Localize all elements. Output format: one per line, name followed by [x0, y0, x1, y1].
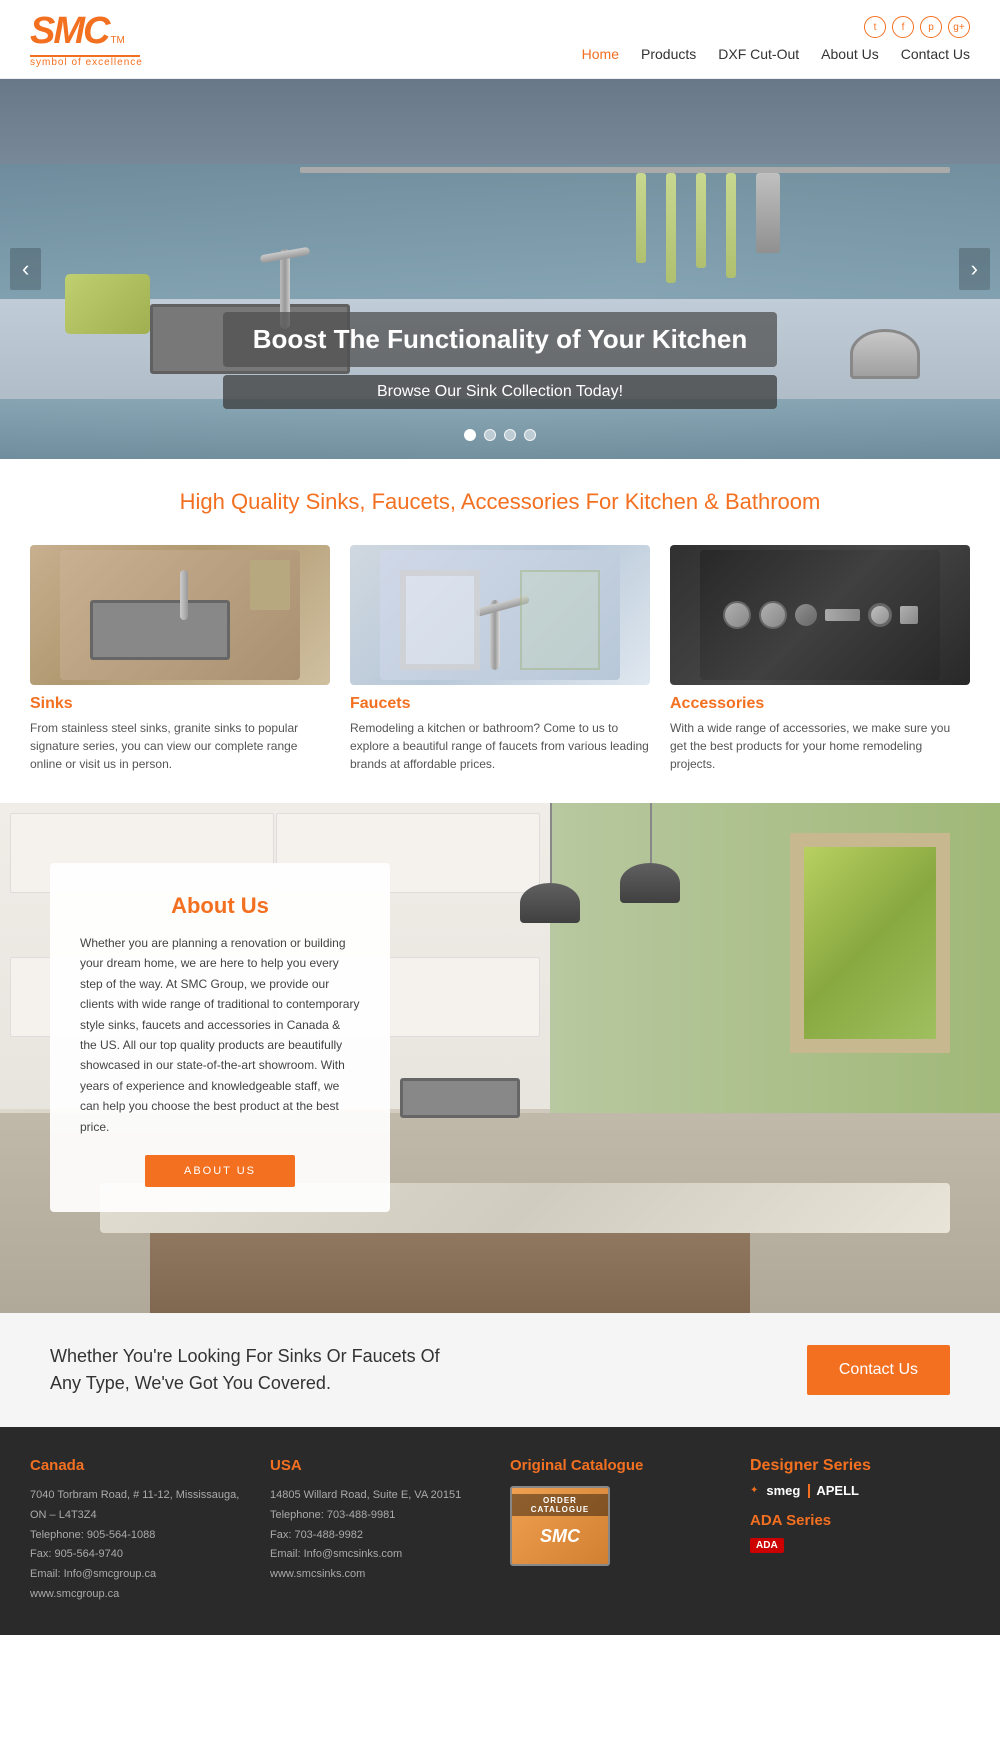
- footer-canada: Canada 7040 Torbram Road, # 11-12, Missi…: [30, 1457, 250, 1605]
- footer-usa-email[interactable]: Email: Info@smcsinks.com: [270, 1548, 402, 1560]
- footer-usa-website[interactable]: www.smcsinks.com: [270, 1568, 365, 1580]
- hero-next-button[interactable]: ›: [959, 248, 990, 290]
- cta-text: Whether You're Looking For Sinks Or Fauc…: [50, 1343, 450, 1397]
- googleplus-icon[interactable]: g+: [948, 16, 970, 38]
- nav-contact[interactable]: Contact Us: [901, 46, 970, 62]
- catalogue-label: ORDER CATALOGUE: [512, 1494, 608, 1516]
- twitter-icon[interactable]: t: [864, 16, 886, 38]
- accessories-desc: With a wide range of accessories, we mak…: [670, 719, 970, 773]
- nav-about[interactable]: About Us: [821, 46, 879, 62]
- designer-series-title: Designer Series: [750, 1457, 970, 1475]
- footer-usa-heading: USA: [270, 1457, 490, 1474]
- footer-catalogue: Original Catalogue ORDER CATALOGUE SMC: [510, 1457, 730, 1605]
- footer-canada-fax: Fax: 905-564-9740: [30, 1545, 250, 1565]
- footer-usa-fax: Fax: 703-488-9982: [270, 1526, 490, 1546]
- footer-canada-website[interactable]: www.smcgroup.ca: [30, 1588, 119, 1600]
- hero-dots: [464, 429, 536, 441]
- dot-3[interactable]: [504, 429, 516, 441]
- hero-prev-button[interactable]: ‹: [10, 248, 41, 290]
- sinks-image: [30, 545, 330, 685]
- smeg-star-icon: ✦: [750, 1485, 758, 1496]
- nav-dxf[interactable]: DXF Cut-Out: [718, 46, 799, 62]
- sinks-desc: From stainless steel sinks, granite sink…: [30, 719, 330, 773]
- products-heading: High Quality Sinks, Faucets, Accessories…: [0, 459, 1000, 525]
- footer: Canada 7040 Torbram Road, # 11-12, Missi…: [0, 1427, 1000, 1635]
- social-icons: t f p g+: [864, 16, 970, 38]
- accessories-label[interactable]: Accessories: [670, 695, 970, 713]
- header-right: t f p g+ Home Products DXF Cut-Out About…: [582, 16, 970, 62]
- faucets-desc: Remodeling a kitchen or bathroom? Come t…: [350, 719, 650, 773]
- header: SMC TM symbol of excellence t f p g+ Hom…: [0, 0, 1000, 79]
- facebook-icon[interactable]: f: [892, 16, 914, 38]
- ada-series-title: ADA Series: [750, 1512, 970, 1529]
- brand-row-smeg-apell: ✦ smeg APELL: [750, 1483, 970, 1498]
- footer-canada-address: 7040 Torbram Road, # 11-12, Mississauga,…: [30, 1486, 250, 1526]
- cta-section: Whether You're Looking For Sinks Or Fauc…: [0, 1313, 1000, 1427]
- footer-usa: USA 14805 Willard Road, Suite E, VA 2015…: [270, 1457, 490, 1605]
- brand-smeg: smeg: [766, 1483, 800, 1498]
- footer-usa-address: 14805 Willard Road, Suite E, VA 20151: [270, 1486, 490, 1506]
- hero-slider: Boost The Functionality of Your Kitchen …: [0, 79, 1000, 459]
- product-card-sinks: Sinks From stainless steel sinks, granit…: [30, 545, 330, 773]
- sinks-label[interactable]: Sinks: [30, 695, 330, 713]
- dot-1[interactable]: [464, 429, 476, 441]
- brand-apell: APELL: [808, 1483, 859, 1498]
- about-section: About Us Whether you are planning a reno…: [0, 803, 1000, 1313]
- faucets-label[interactable]: Faucets: [350, 695, 650, 713]
- footer-usa-phone: Telephone: 703-488-9981: [270, 1506, 490, 1526]
- footer-canada-heading: Canada: [30, 1457, 250, 1474]
- nav-home[interactable]: Home: [582, 46, 619, 62]
- accessories-image: [670, 545, 970, 685]
- dot-2[interactable]: [484, 429, 496, 441]
- hero-text: Boost The Functionality of Your Kitchen …: [223, 312, 777, 409]
- footer-catalogue-heading: Original Catalogue: [510, 1457, 730, 1474]
- dot-4[interactable]: [524, 429, 536, 441]
- catalogue-logo: SMC: [540, 1526, 580, 1547]
- about-text: Whether you are planning a renovation or…: [80, 933, 360, 1137]
- ada-badge: ADA: [750, 1538, 784, 1553]
- about-us-button[interactable]: ABOUT US: [145, 1155, 295, 1187]
- logo-tagline: symbol of excellence: [30, 57, 143, 68]
- products-section: High Quality Sinks, Faucets, Accessories…: [0, 459, 1000, 803]
- products-grid: Sinks From stainless steel sinks, granit…: [0, 525, 1000, 803]
- main-nav: Home Products DXF Cut-Out About Us Conta…: [582, 46, 970, 62]
- nav-products[interactable]: Products: [641, 46, 696, 62]
- about-card: About Us Whether you are planning a reno…: [50, 863, 390, 1212]
- footer-canada-phone: Telephone: 905-564-1088: [30, 1526, 250, 1546]
- footer-canada-email[interactable]: Email: Info@smcgroup.ca: [30, 1568, 156, 1580]
- contact-us-button[interactable]: Contact Us: [807, 1345, 950, 1395]
- about-title: About Us: [80, 893, 360, 919]
- hero-title: Boost The Functionality of Your Kitchen: [223, 312, 777, 367]
- product-card-accessories: Accessories With a wide range of accesso…: [670, 545, 970, 773]
- pinterest-icon[interactable]: p: [920, 16, 942, 38]
- faucets-image: [350, 545, 650, 685]
- footer-brands: Designer Series ✦ smeg APELL ADA Series …: [750, 1457, 970, 1605]
- logo-area: SMC TM symbol of excellence: [30, 10, 143, 68]
- hero-subtitle: Browse Our Sink Collection Today!: [223, 375, 777, 409]
- logo[interactable]: SMC TM: [30, 10, 143, 53]
- catalogue-image[interactable]: ORDER CATALOGUE SMC: [510, 1486, 610, 1566]
- product-card-faucets: Faucets Remodeling a kitchen or bathroom…: [350, 545, 650, 773]
